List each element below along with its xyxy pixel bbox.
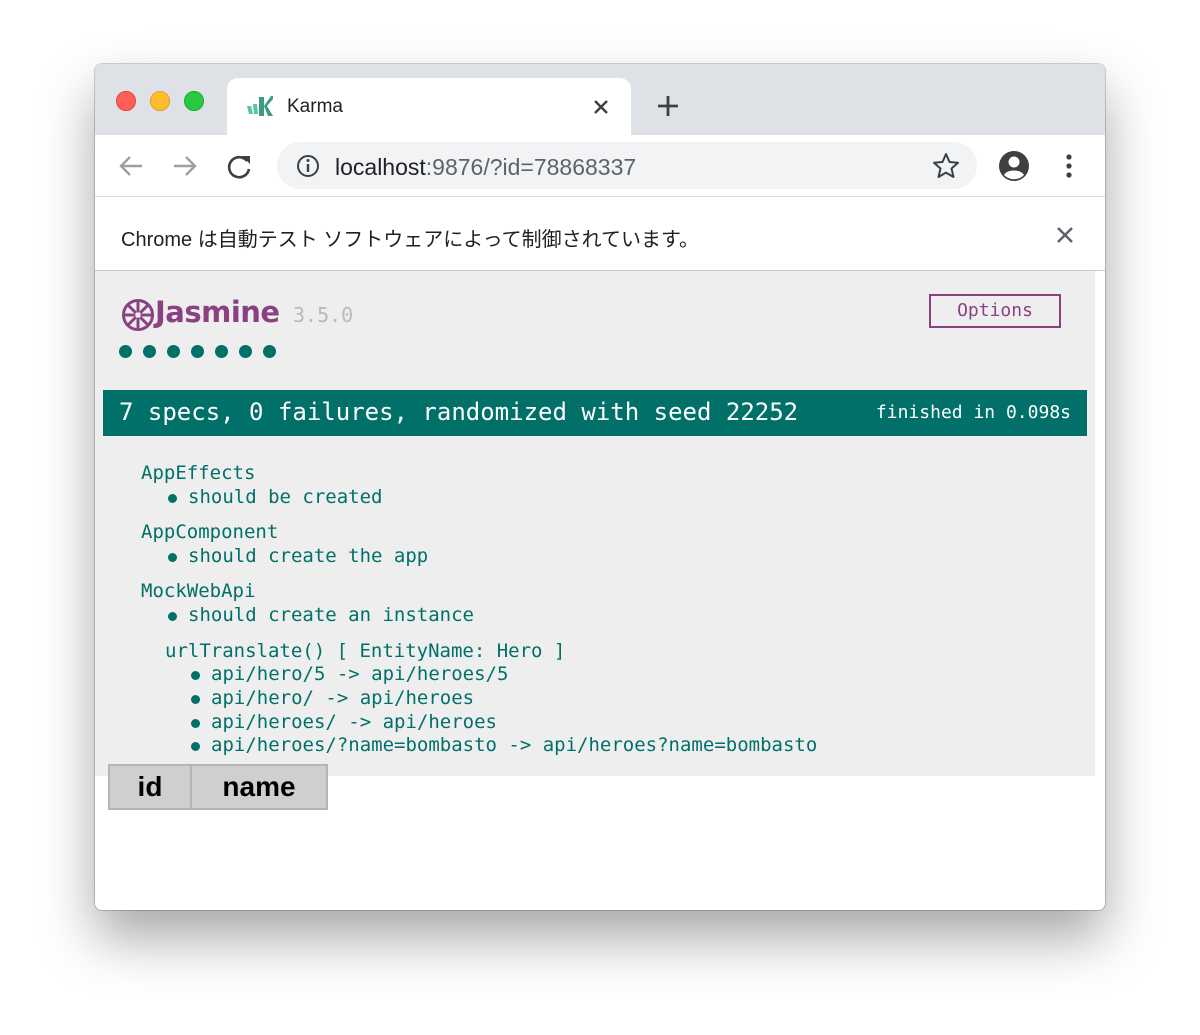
- column-header-name: name: [190, 764, 328, 810]
- tab-title: Karma: [287, 96, 343, 117]
- address-bar[interactable]: localhost:9876/?id=78868337: [277, 142, 977, 189]
- summary-text: 7 specs, 0 failures, randomized with see…: [119, 398, 799, 426]
- browser-toolbar: localhost:9876/?id=78868337: [95, 135, 1105, 196]
- close-tab-icon[interactable]: [587, 93, 615, 121]
- column-header-id: id: [108, 764, 192, 810]
- suite-name[interactable]: MockWebApi: [141, 580, 255, 602]
- close-icon[interactable]: [1051, 221, 1079, 249]
- spec-item[interactable]: api/hero/5 -> api/heroes/5: [190, 663, 508, 685]
- table-header-row: id name: [108, 764, 328, 810]
- suite-name[interactable]: urlTranslate() [ EntityName: Hero ]: [165, 640, 565, 662]
- url-path: :9876/?id=78868337: [425, 154, 637, 180]
- spec-item[interactable]: should create an instance: [168, 604, 474, 626]
- spec-item[interactable]: api/hero/ -> api/heroes: [190, 687, 474, 709]
- reload-icon[interactable]: [223, 150, 255, 182]
- tab-karma[interactable]: Karma: [227, 78, 631, 135]
- url-text[interactable]: localhost:9876/?id=78868337: [335, 154, 636, 181]
- url-host: localhost: [335, 154, 426, 180]
- options-button[interactable]: Options: [929, 294, 1061, 328]
- page-content: Jasmine 3.5.0 Options 7 specs, 0 failure…: [95, 271, 1105, 910]
- new-tab-icon[interactable]: [653, 91, 683, 121]
- spec-passed-dot[interactable]: [263, 345, 276, 358]
- duration-text: finished in 0.098s: [875, 402, 1071, 423]
- spec-item[interactable]: api/heroes/ -> api/heroes: [191, 711, 497, 733]
- minimize-window-button[interactable]: [150, 91, 170, 111]
- zoom-window-button[interactable]: [184, 91, 204, 111]
- spec-item[interactable]: api/heroes/?name=bombasto -> api/heroes?…: [190, 734, 817, 756]
- summary-bar: 7 specs, 0 failures, randomized with see…: [103, 390, 1087, 436]
- account-icon[interactable]: [997, 149, 1031, 183]
- site-info-icon[interactable]: [295, 153, 321, 179]
- jasmine-logo-icon: [122, 299, 154, 331]
- back-arrow-icon[interactable]: [115, 150, 147, 182]
- close-window-button[interactable]: [116, 91, 136, 111]
- infobar-message: Chrome は自動テスト ソフトウェアによって制御されています。: [121, 229, 700, 251]
- more-menu-icon[interactable]: [1057, 151, 1081, 181]
- spec-passed-dot[interactable]: [215, 345, 228, 358]
- suite-name[interactable]: AppComponent: [141, 521, 278, 543]
- tab-strip: Karma: [95, 64, 1105, 135]
- jasmine-title: Jasmine: [155, 295, 280, 329]
- spec-passed-dot[interactable]: [119, 345, 132, 358]
- spec-item[interactable]: should create the app: [167, 545, 428, 567]
- spec-item[interactable]: should be created: [167, 486, 382, 508]
- spec-passed-dot[interactable]: [143, 345, 156, 358]
- browser-window: Karma localhost:9876/?id=78868337 Chrome…: [95, 64, 1105, 910]
- jasmine-version: 3.5.0: [293, 303, 354, 327]
- jasmine-reporter: Jasmine 3.5.0 Options 7 specs, 0 failure…: [95, 271, 1095, 776]
- spec-passed-dot[interactable]: [191, 345, 204, 358]
- suite-name[interactable]: AppEffects: [141, 462, 255, 484]
- bookmark-star-icon[interactable]: [931, 151, 961, 181]
- karma-favicon-icon: [247, 96, 273, 116]
- heroes-table: id name: [108, 764, 328, 810]
- forward-arrow-icon[interactable]: [169, 150, 201, 182]
- spec-passed-dot[interactable]: [167, 345, 180, 358]
- automation-infobar: Chrome は自動テスト ソフトウェアによって制御されています。: [95, 197, 1105, 271]
- spec-passed-dot[interactable]: [239, 345, 252, 358]
